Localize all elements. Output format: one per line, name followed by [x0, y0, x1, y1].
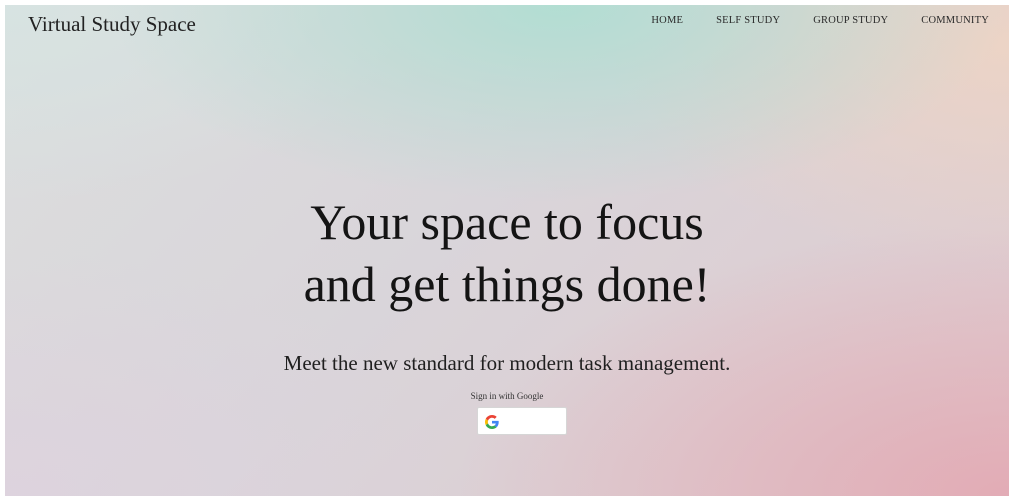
nav-group-study-link[interactable]: GROUP STUDY — [813, 14, 888, 28]
brand-logo-text[interactable]: Virtual Study Space — [28, 11, 196, 37]
nav-community-link[interactable]: COMMUNITY — [921, 14, 989, 28]
nav-self-study-link[interactable]: SELF STUDY — [716, 14, 780, 28]
page-background: Virtual Study Space HOME SELF STUDY GROU… — [5, 5, 1009, 496]
google-signin-label: Sign in with Google — [470, 391, 544, 401]
hero-headline: Your space to focus and get things done! — [5, 191, 1009, 315]
hero-tagline: Meet the new standard for modern task ma… — [283, 351, 731, 375]
hero-headline-line-1: Your space to focus — [310, 194, 704, 250]
google-g-icon — [485, 415, 499, 429]
hero-headline-line-2: and get things done! — [303, 256, 711, 312]
main-nav: HOME SELF STUDY GROUP STUDY COMMUNITY — [651, 14, 989, 28]
google-signin-button[interactable] — [477, 407, 567, 435]
nav-home-link[interactable]: HOME — [651, 14, 683, 28]
